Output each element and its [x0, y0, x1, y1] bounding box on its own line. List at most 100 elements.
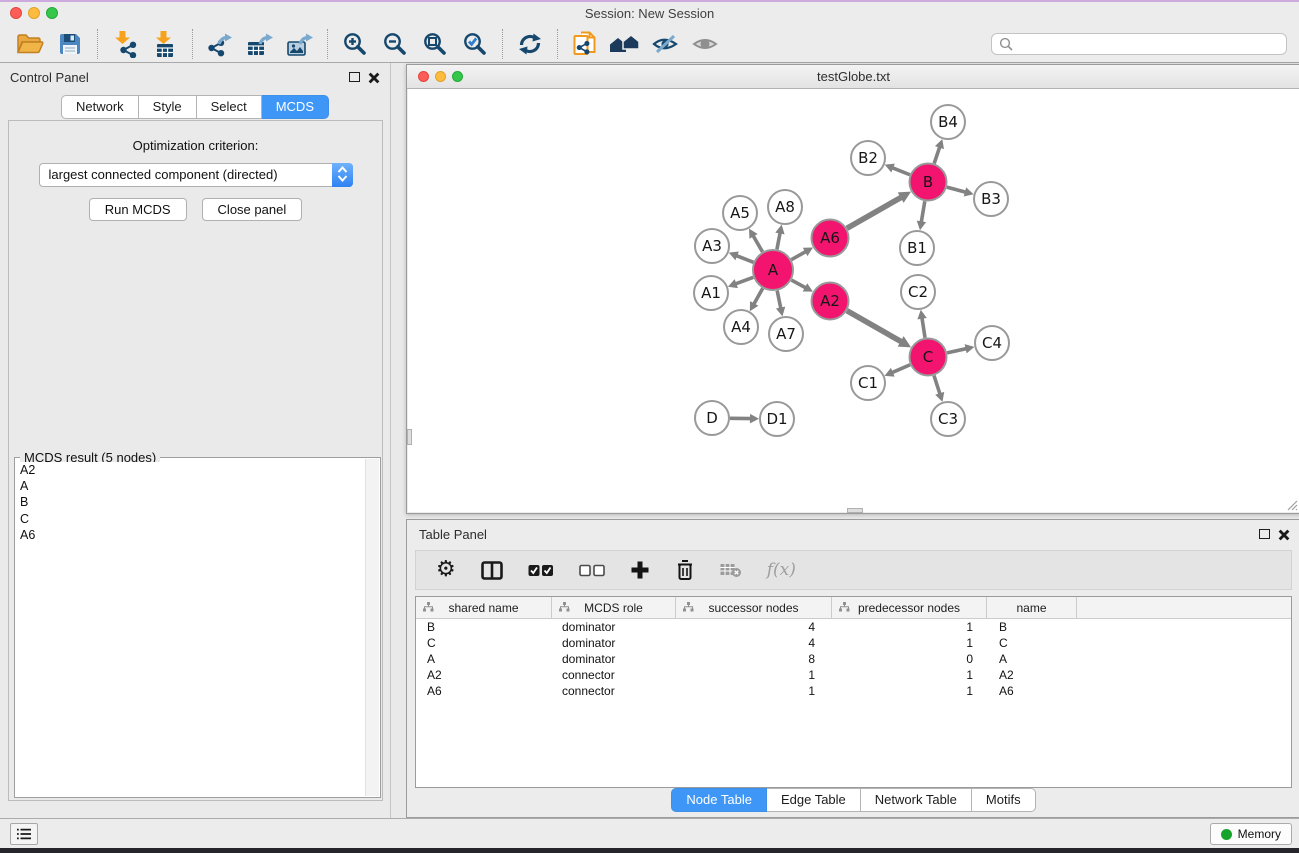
tab-select[interactable]: Select: [197, 95, 262, 119]
zoom-out-button[interactable]: [375, 28, 415, 60]
graph-node-B3[interactable]: B3: [974, 182, 1008, 216]
graph-node-C1[interactable]: C1: [851, 366, 885, 400]
cell[interactable]: 4: [676, 619, 832, 635]
graph-edge-C-C2[interactable]: [917, 310, 926, 338]
tab-node-table[interactable]: Node Table: [671, 788, 767, 812]
criterion-dropdown[interactable]: largest connected component (directed): [39, 163, 353, 187]
cell[interactable]: 4: [676, 635, 832, 651]
cell[interactable]: A6: [416, 683, 552, 699]
cell[interactable]: 1: [832, 635, 987, 651]
hide-graphics-details-button[interactable]: [645, 28, 685, 60]
graph-edge-A-A1[interactable]: [728, 277, 753, 288]
graph-node-A7[interactable]: A7: [769, 317, 803, 351]
cell[interactable]: 1: [676, 683, 832, 699]
minimize-app-button[interactable]: [28, 7, 40, 19]
task-history-button[interactable]: [10, 823, 38, 845]
open-session-button[interactable]: [10, 28, 50, 60]
graph-edge-B-B2[interactable]: [885, 164, 910, 175]
graph-edge-C-C4[interactable]: [947, 344, 974, 353]
graph-node-B2[interactable]: B2: [851, 141, 885, 175]
graph-edge-A-A7[interactable]: [776, 291, 785, 317]
graph-node-D1[interactable]: D1: [760, 402, 794, 436]
tab-style[interactable]: Style: [139, 95, 197, 119]
graph-node-D[interactable]: D: [695, 401, 729, 435]
graph-node-A1[interactable]: A1: [694, 276, 728, 310]
tab-network-table[interactable]: Network Table: [861, 788, 972, 812]
network-minimize-button[interactable]: [435, 71, 446, 82]
network-canvas[interactable]: AA1A2A3A4A5A6A7A8BB1B2B3B4CC1C2C3C4DD1: [408, 89, 1299, 512]
network-frame-titlebar[interactable]: testGlobe.txt: [407, 65, 1299, 89]
cell[interactable]: 8: [676, 651, 832, 667]
maximize-app-button[interactable]: [46, 7, 58, 19]
import-network-button[interactable]: [105, 28, 145, 60]
graph-node-A3[interactable]: A3: [695, 229, 729, 263]
column-header-mcds-role[interactable]: MCDS role: [552, 597, 676, 618]
network-close-button[interactable]: [418, 71, 429, 82]
cell[interactable]: A: [987, 651, 1077, 667]
cell[interactable]: 0: [832, 651, 987, 667]
cell[interactable]: B: [416, 619, 552, 635]
graph-node-C4[interactable]: C4: [975, 326, 1009, 360]
add-row-button[interactable]: [630, 560, 650, 580]
cell[interactable]: 1: [676, 667, 832, 683]
search-input[interactable]: [1018, 36, 1279, 52]
refresh-view-button[interactable]: [510, 28, 550, 60]
graph-edge-C-C1[interactable]: [885, 365, 911, 377]
memory-button[interactable]: Memory: [1210, 823, 1292, 845]
cell[interactable]: dominator: [552, 619, 676, 635]
export-table-button[interactable]: [240, 28, 280, 60]
graph-node-B4[interactable]: B4: [931, 105, 965, 139]
tab-mcds[interactable]: MCDS: [262, 95, 329, 119]
mcds-result-item[interactable]: B: [16, 494, 365, 510]
graph-edge-D-D1[interactable]: [730, 414, 759, 423]
deselect-all-button[interactable]: [579, 564, 605, 577]
zoom-fit-button[interactable]: [415, 28, 455, 60]
zoom-in-button[interactable]: [335, 28, 375, 60]
node-table-row-A2[interactable]: A2connector11A2: [416, 667, 1291, 683]
cell[interactable]: A6: [987, 683, 1077, 699]
graph-edge-B-B4[interactable]: [934, 139, 944, 163]
delete-rows-button[interactable]: [675, 559, 695, 581]
app-titlebar[interactable]: Session: New Session: [0, 2, 1299, 25]
cell[interactable]: A2: [987, 667, 1077, 683]
graph-edge-A6-B[interactable]: [847, 192, 911, 229]
network-maximize-button[interactable]: [452, 71, 463, 82]
table-panel-float-icon[interactable]: [1259, 529, 1270, 539]
graph-node-C[interactable]: C: [910, 339, 947, 376]
column-header-predecessor-nodes[interactable]: predecessor nodes: [832, 597, 987, 618]
cell[interactable]: A: [416, 651, 552, 667]
cell[interactable]: B: [987, 619, 1077, 635]
cell[interactable]: 1: [832, 683, 987, 699]
frame-edge-grip[interactable]: [407, 429, 412, 445]
graph-edge-C-C3[interactable]: [934, 376, 944, 402]
run-mcds-button[interactable]: Run MCDS: [89, 198, 187, 221]
export-image-button[interactable]: [280, 28, 320, 60]
mcds-result-item[interactable]: A: [16, 478, 365, 494]
select-all-button[interactable]: [528, 564, 554, 577]
node-table-row-A[interactable]: Adominator80A: [416, 651, 1291, 667]
result-scrollbar[interactable]: [365, 459, 379, 796]
node-table-row-B[interactable]: Bdominator41B: [416, 619, 1291, 635]
mcds-result-item[interactable]: A6: [16, 527, 365, 543]
zoom-selected-button[interactable]: [455, 28, 495, 60]
graph-edge-A-A8[interactable]: [775, 225, 784, 250]
graph-edge-A-A2[interactable]: [791, 280, 812, 292]
save-session-button[interactable]: [50, 28, 90, 60]
column-header-name[interactable]: name: [987, 597, 1077, 618]
node-table-row-A6[interactable]: A6connector11A6: [416, 683, 1291, 699]
resize-grip-icon[interactable]: [1285, 498, 1298, 511]
graph-edge-A-A4[interactable]: [750, 288, 763, 311]
tab-motifs[interactable]: Motifs: [972, 788, 1036, 812]
cell[interactable]: A2: [416, 667, 552, 683]
cell[interactable]: C: [987, 635, 1077, 651]
show-columns-button[interactable]: [481, 561, 503, 580]
graph-node-C3[interactable]: C3: [931, 402, 965, 436]
graph-node-B[interactable]: B: [910, 164, 947, 201]
graph-edge-A-A3[interactable]: [729, 251, 754, 262]
tab-edge-table[interactable]: Edge Table: [767, 788, 861, 812]
control-panel-float-icon[interactable]: [349, 72, 360, 82]
graph-edge-A2-C[interactable]: [847, 311, 911, 348]
graph-node-C2[interactable]: C2: [901, 275, 935, 309]
column-header-shared-name[interactable]: shared name: [416, 597, 552, 618]
cell[interactable]: dominator: [552, 651, 676, 667]
